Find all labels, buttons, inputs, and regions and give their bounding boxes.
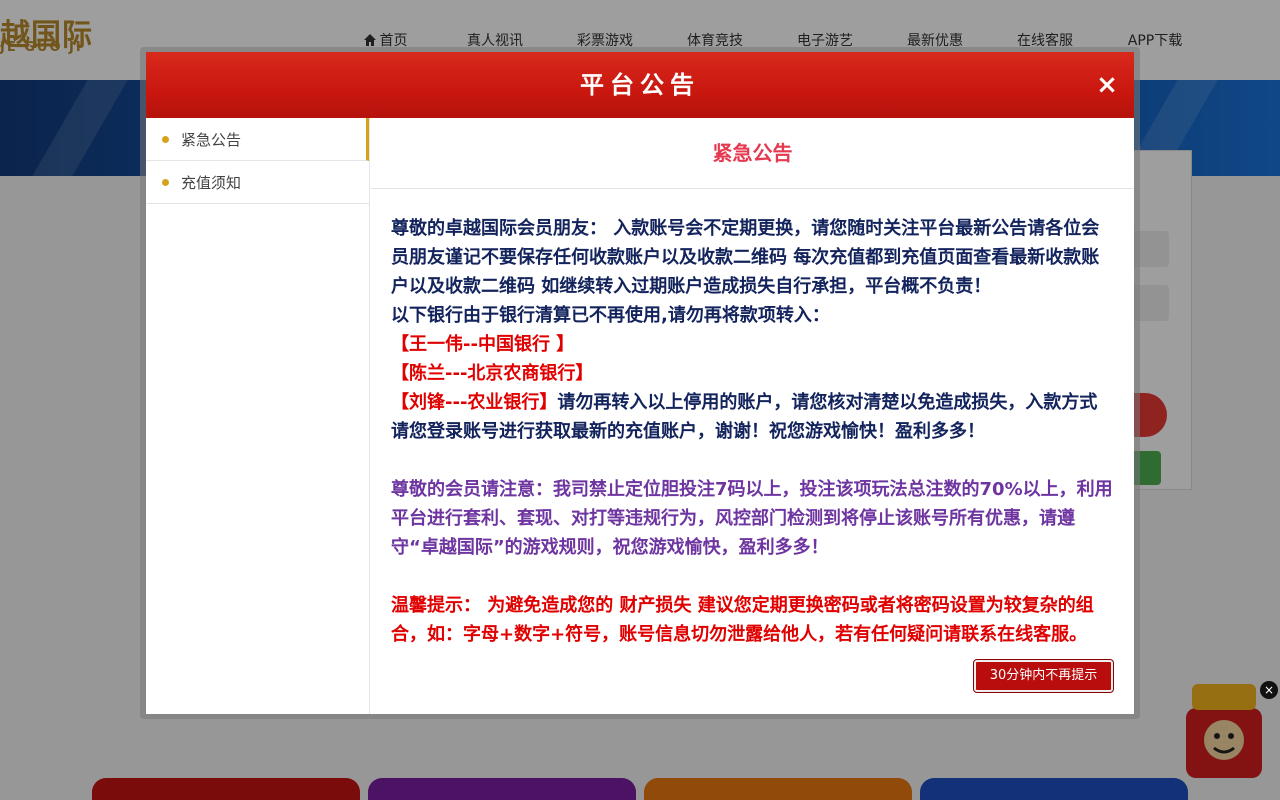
close-icon[interactable]: ×: [1092, 70, 1122, 100]
bullet-dot-icon: [162, 135, 169, 143]
warning-paragraph: 温馨提示： 为避免造成您的 财产损失 建议您定期更换密码或者将密码设置为较复杂的…: [391, 595, 1094, 645]
notice-paragraph: 以下银行由于银行清算已不再使用,请勿再将款项转入：: [391, 305, 830, 326]
content-title: 紧急公告: [371, 118, 1134, 189]
disabled-bank-item: 【王一伟--中国银行 】: [391, 334, 575, 355]
modal-header: 平台公告 ×: [146, 52, 1134, 118]
announcement-body[interactable]: 尊敬的卓越国际会员朋友： 入款账号会不定期更换，请您随时关注平台最新公告请各位会…: [391, 214, 1113, 662]
tab-deposit-notes[interactable]: 充值须知: [146, 161, 369, 204]
disabled-bank-item: 【陈兰---北京农商银行】: [391, 363, 594, 384]
bullet-dot-icon: [162, 178, 169, 186]
notice-paragraph: 尊敬的会员请注意：我司禁止定位胆投注7码以上，投注该项玩法总注数的70%以上，利…: [391, 479, 1113, 558]
close-icon[interactable]: ×: [1260, 681, 1278, 699]
announcement-content: 紧急公告 尊敬的卓越国际会员朋友： 入款账号会不定期更换，请您随时关注平台最新公…: [371, 118, 1134, 714]
disabled-bank-item: 【刘锋---农业银行】: [391, 392, 558, 413]
announcement-tabs: 紧急公告 充值须知: [146, 118, 370, 714]
tab-label: 充值须知: [181, 173, 242, 192]
announcement-modal: 平台公告 × 紧急公告 充值须知 紧急公告 尊敬的卓越国际会员朋友： 入款账号会…: [146, 52, 1134, 714]
notice-paragraph: 尊敬的卓越国际会员朋友： 入款账号会不定期更换，请您随时关注平台最新公告请各位会…: [391, 218, 1100, 297]
modal-title: 平台公告: [580, 71, 700, 99]
tab-label: 紧急公告: [181, 130, 242, 149]
dismiss-30min-button[interactable]: 30分钟内不再提示: [973, 659, 1114, 693]
tab-urgent-notice[interactable]: 紧急公告: [146, 118, 369, 161]
